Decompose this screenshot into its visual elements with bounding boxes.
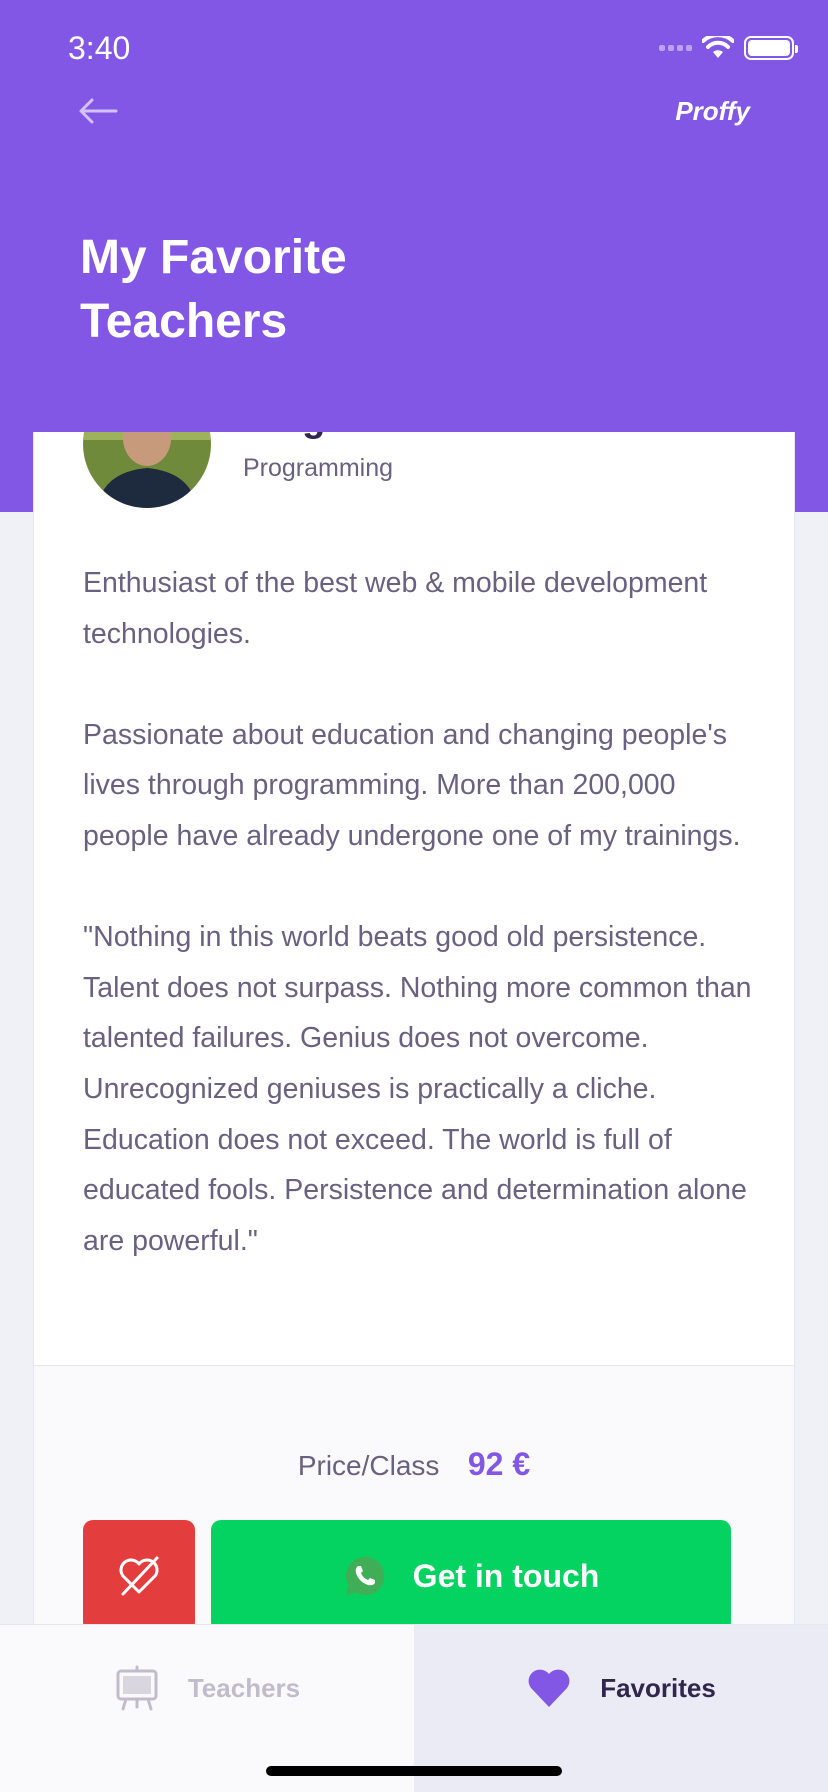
- status-time: 3:40: [68, 30, 131, 66]
- teacher-avatar: [83, 432, 211, 508]
- bio-paragraph: Enthusiast of the best web & mobile deve…: [83, 567, 708, 650]
- battery-icon: [744, 36, 798, 60]
- tab-favorites-label: Favorites: [600, 1673, 716, 1703]
- easel-icon: [116, 1665, 158, 1711]
- status-icons: [659, 36, 798, 60]
- get-in-touch-button[interactable]: Get in touch: [211, 1520, 731, 1631]
- bio-paragraph: Passionate about education and changing …: [83, 718, 741, 852]
- signal-icon: [659, 45, 692, 51]
- price-value: 92 €: [467, 1446, 531, 1482]
- teacher-name: Diego Fernandes: [243, 432, 551, 441]
- price-row: Price/Class 92 €: [34, 1446, 794, 1483]
- card-footer: Price/Class 92 € Get in touch: [34, 1365, 794, 1631]
- back-arrow-icon[interactable]: [78, 96, 118, 126]
- teacher-bio: Enthusiast of the best web & mobile deve…: [83, 558, 753, 1266]
- price-label: Price/Class: [297, 1450, 440, 1481]
- brand-logo: Proffy: [675, 96, 750, 126]
- home-indicator: [266, 1766, 562, 1776]
- unfavorite-button[interactable]: [83, 1520, 195, 1631]
- heart-outline-off-icon: [119, 1556, 159, 1596]
- wifi-icon: [702, 36, 734, 58]
- page-title: My Favorite Teachers: [80, 231, 347, 348]
- bio-paragraph: "Nothing in this world beats good old pe…: [83, 921, 752, 1257]
- tab-teachers-label: Teachers: [187, 1673, 301, 1703]
- whatsapp-icon: [345, 1556, 385, 1595]
- teacher-card: Diego Fernandes Programming Enthusiast o…: [33, 432, 795, 1632]
- heart-icon: [528, 1669, 570, 1707]
- teacher-subject: Programming: [243, 454, 394, 482]
- get-in-touch-label: Get in touch: [412, 1557, 600, 1594]
